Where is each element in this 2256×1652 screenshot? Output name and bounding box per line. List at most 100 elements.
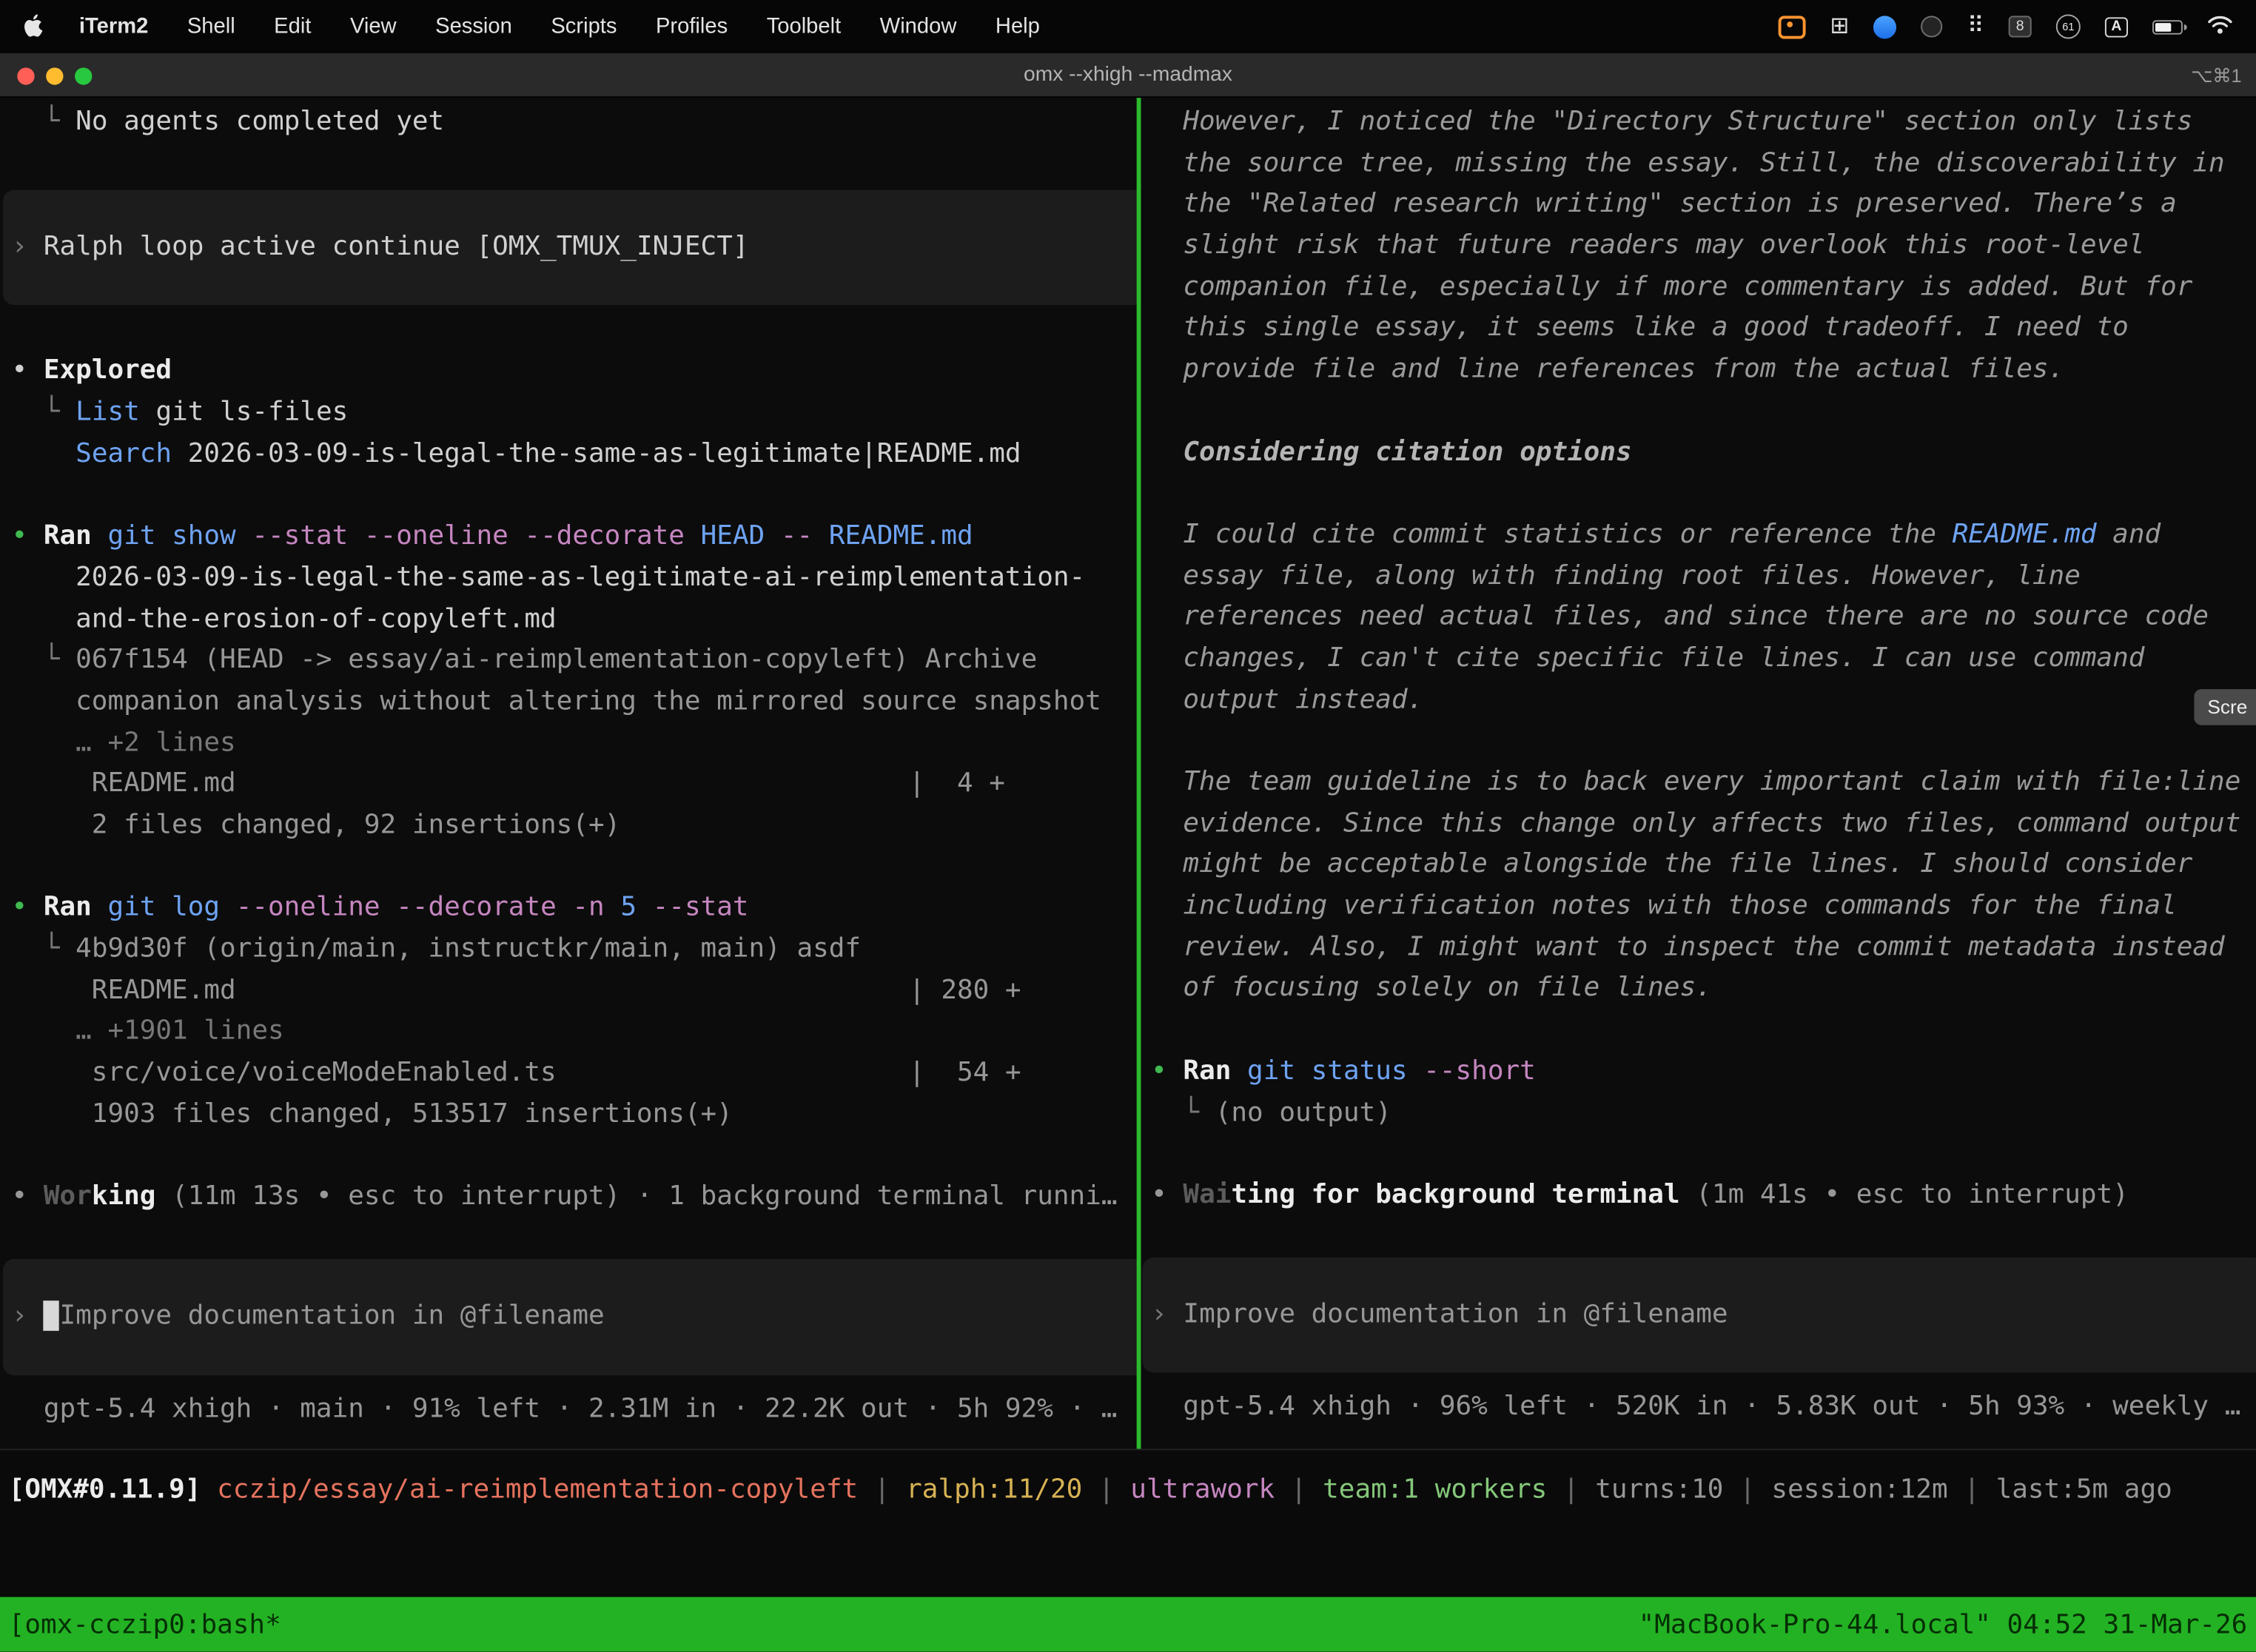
menu-item-help[interactable]: Help	[996, 14, 1040, 38]
text-segment: README.md	[1953, 519, 2097, 549]
terminal-line: README.md | 280 +	[12, 971, 1137, 1013]
dots-grid-icon[interactable]: ⠿	[1967, 15, 1984, 38]
window-title-bar[interactable]: omx --xhigh --madmax ⌥⌘1	[0, 53, 2256, 98]
ralph-inject-banner: › Ralph loop active continue [OMX_TMUX_I…	[3, 189, 1137, 306]
tmux-host-clock: "MacBook-Pro-44.local" 04:52 31-Mar-26	[1639, 1609, 2248, 1639]
text-segment: (1m 41s • esc to interrupt)	[1680, 1180, 2129, 1210]
blank-line	[1151, 1134, 1152, 1175]
text-segment	[236, 975, 909, 1005]
text-segment: session:12m	[1771, 1474, 1947, 1505]
menu-item-session[interactable]: Session	[435, 14, 512, 38]
text-segment: No agents completed yet	[75, 107, 444, 137]
text-segment: | 280 +	[909, 975, 1021, 1005]
text-segment: •	[12, 356, 44, 386]
battery-icon[interactable]	[2152, 19, 2183, 33]
text-segment: … +2 lines	[12, 728, 236, 758]
battery-percent-gauge-icon[interactable]: 61	[2056, 14, 2081, 38]
text-segment: git ls-files	[140, 397, 348, 428]
text-segment: companion file, especially if more comme…	[1151, 272, 2192, 302]
text-segment: might be acceptable alongside the file l…	[1151, 850, 2192, 880]
screen: iTerm2 Shell Edit View Session Scripts Profile…	[0, 0, 2256, 1652]
terminal-line: review. Also, I might want to inspect th…	[1151, 927, 2256, 969]
menu-item-profiles[interactable]: Profiles	[656, 14, 728, 38]
text-segment: |	[1948, 1474, 1996, 1505]
terminal-line: of focusing solely on file lines.	[1151, 969, 2256, 1010]
tmux-status-bar: [omx-cczip0:bash* "MacBook-Pro-44.local"…	[0, 1597, 2256, 1652]
terminal-line: slight risk that future readers may over…	[1151, 226, 2256, 267]
right-terminal-pane[interactable]: However, I noticed the "Directory Struct…	[1141, 98, 2256, 1448]
prompt-input[interactable]: › Improve documentation in @filename	[1142, 1257, 2256, 1373]
text-segment: and	[2097, 519, 2161, 549]
menu-item-toolbelt[interactable]: Toolbelt	[767, 14, 842, 38]
text-segment	[44, 1300, 60, 1331]
text-segment: •	[12, 521, 44, 551]
menu-item-window[interactable]: Window	[880, 14, 957, 38]
text-segment	[236, 769, 909, 799]
text-segment: and-the-erosion-of-copyleft.md	[12, 603, 557, 634]
text-segment: | 4 +	[909, 769, 1005, 799]
menu-item-scripts[interactable]: Scripts	[551, 14, 617, 38]
menu-items: iTerm2 Shell Edit View Session Scripts Profile…	[79, 14, 1078, 38]
keycap-icon[interactable]: 8	[2009, 16, 2032, 37]
terminal-line: and-the-erosion-of-copyleft.md	[12, 600, 1137, 641]
text-segment: (no output)	[1215, 1097, 1391, 1127]
text-segment: 067f154 (HEAD -> essay/ai-reimplementati…	[75, 645, 1037, 675]
text-segment: |	[1723, 1474, 1771, 1505]
terminal-line: companion analysis without altering the …	[12, 682, 1137, 723]
apple-menu-icon[interactable]	[23, 14, 44, 38]
tmux-session-info[interactable]: [omx-cczip0:bash*	[9, 1609, 281, 1639]
terminal-line: the source tree, missing the essay. Stil…	[1151, 144, 2256, 185]
text-segment	[92, 521, 108, 551]
wifi-icon[interactable]	[2207, 13, 2233, 39]
text-segment: •	[1151, 1180, 1183, 1210]
blue-app-icon[interactable]	[1873, 15, 1896, 38]
text-segment: king	[92, 1181, 156, 1212]
text-segment: The team guideline is to back every impo…	[1151, 767, 2240, 797]
text-segment: └	[12, 397, 76, 428]
terminal-line: └ No agents completed yet	[12, 102, 1137, 144]
terminal-line: Considering citation options	[1151, 432, 2256, 474]
text-segment: output instead.	[1151, 685, 1423, 715]
terminal-line: gpt-5.4 xhigh · main · 91% left · 2.31M …	[12, 1389, 1137, 1431]
text-segment: changes, I can't cite specific file line…	[1151, 643, 2144, 674]
terminal-line: The team guideline is to back every impo…	[1151, 762, 2256, 804]
text-segment: Ran	[44, 893, 92, 923]
text-segment: gpt-5.4 xhigh · main · 91% left · 2.31M …	[12, 1394, 1118, 1424]
terminal-line: [OMX#0.11.9] cczip/essay/ai-reimplementa…	[9, 1471, 2256, 1512]
text-segment: •	[12, 893, 44, 923]
menu-item-iterm2[interactable]: iTerm2	[79, 14, 148, 38]
text-segment: |	[858, 1474, 906, 1505]
terminal-line: └ 067f154 (HEAD -> essay/ai-reimplementa…	[12, 640, 1137, 682]
menu-bar: iTerm2 Shell Edit View Session Scripts Profile…	[0, 0, 2256, 53]
terminal-line: … +2 lines	[12, 723, 1137, 765]
text-segment: ralph:11/20	[906, 1474, 1082, 1505]
text-segment: --	[781, 521, 829, 551]
input-source-icon[interactable]: A	[2105, 16, 2128, 36]
text-segment: 2026-03-09-is-legal-the-same-as-legitima…	[172, 438, 1021, 469]
menu-bar-status-icons: ⊞ ⠿ 8 61 A	[1778, 13, 2233, 39]
text-segment: 5	[620, 893, 652, 923]
text-segment: README.md	[829, 521, 973, 551]
text-segment	[12, 438, 76, 469]
text-segment: | 54 +	[909, 1058, 1021, 1088]
terminal-area: └ No agents completed yet › Ralph loop ac…	[0, 98, 2256, 1450]
text-segment: ting for background terminal	[1231, 1180, 1679, 1210]
text-segment: -n	[572, 893, 620, 923]
terminal-line: gpt-5.4 xhigh · 96% left · 520K in · 5.8…	[1151, 1387, 2256, 1428]
text-segment: ›	[1151, 1298, 1183, 1329]
dark-app-icon[interactable]	[1921, 16, 1943, 37]
terminal-line: └ List git ls-files	[12, 393, 1137, 434]
menu-item-view[interactable]: View	[350, 14, 397, 38]
menu-item-shell[interactable]: Shell	[187, 14, 235, 38]
menu-item-edit[interactable]: Edit	[274, 14, 311, 38]
terminal-line: └ 4b9d30f (origin/main, instructkr/main,…	[12, 930, 1137, 971]
window-title: omx --xhigh --madmax	[0, 53, 2256, 98]
prompt-input[interactable]: › Improve documentation in @filename	[3, 1259, 1137, 1375]
text-segment: Search	[75, 438, 172, 469]
text-segment: turns:10	[1595, 1474, 1723, 1505]
screen-recording-icon[interactable]	[1778, 15, 1805, 38]
left-terminal-pane[interactable]: └ No agents completed yet › Ralph loop ac…	[0, 98, 1137, 1448]
window-grid-icon[interactable]: ⊞	[1830, 15, 1849, 38]
screen-overlay-tooltip[interactable]: Scre	[2195, 689, 2256, 725]
text-segment: cczip/essay/ai-reimplementation-copyleft	[217, 1474, 858, 1505]
